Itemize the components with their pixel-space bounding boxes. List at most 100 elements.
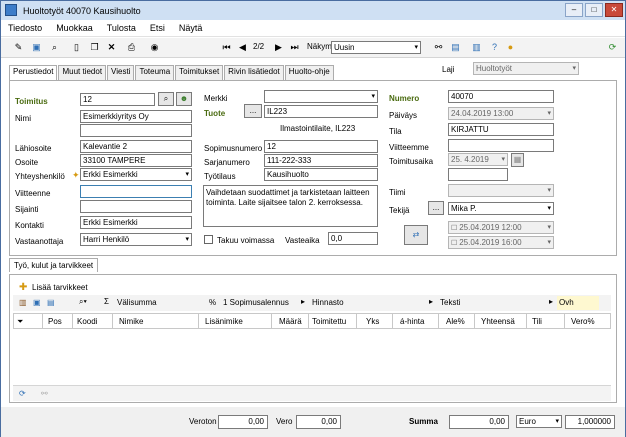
numero-field[interactable]: 40070	[448, 90, 554, 103]
edit-grid-icon[interactable]: ▣	[33, 298, 41, 307]
exchange-rate-field[interactable]: 1,000000	[565, 415, 615, 429]
tekija-lookup-button[interactable]: ...	[428, 201, 444, 215]
add-items-button[interactable]: Lisää tarvikkeet	[32, 283, 88, 292]
paivays-field[interactable]: 24.04.2019 13:00 ▾	[448, 107, 554, 120]
filter-icon[interactable]: ⏷	[17, 317, 23, 327]
contract-discount-button[interactable]: 1 Sopimusalennus	[223, 298, 289, 307]
valisumma-button[interactable]: Välisumma	[117, 298, 157, 307]
tekija-select[interactable]: Mika P. ▾	[448, 202, 554, 215]
last-record-icon[interactable]: ⏭	[289, 42, 300, 53]
menu-nayta[interactable]: Näytä	[172, 23, 210, 33]
tuote-field[interactable]: IL223	[264, 105, 378, 118]
close-button[interactable]: ✕	[605, 3, 623, 17]
tab-viesti[interactable]: Viesti	[107, 65, 135, 80]
percent-button[interactable]: %	[209, 298, 216, 307]
col-ale[interactable]: Ale%	[446, 317, 465, 326]
vastaanottaja-select[interactable]: Harri Henkilö ▾	[80, 233, 192, 246]
save-grid-icon[interactable]: ▤	[47, 298, 55, 307]
vasteaika-field[interactable]: 0,0	[328, 232, 378, 245]
link-icon[interactable]: ⚯	[433, 42, 444, 53]
currency-select[interactable]: Euro ▾	[516, 415, 562, 428]
viitteenne-field[interactable]	[80, 185, 192, 198]
col-toimitettu[interactable]: Toimitettu	[312, 317, 346, 326]
panel-icon[interactable]: ▥	[471, 42, 482, 53]
text-button[interactable]: Teksti	[440, 298, 460, 307]
maximize-button[interactable]: □	[585, 3, 603, 17]
price-list-button[interactable]: Hinnasto	[312, 298, 344, 307]
sarjanumero-field[interactable]: 111-222-333	[264, 154, 378, 167]
schedule-icon[interactable]: ⇄	[404, 225, 428, 245]
new-icon[interactable]: ▯	[71, 42, 82, 53]
tab-huolto-ohje[interactable]: Huolto-ohje	[284, 65, 334, 80]
notes-textarea[interactable]: Vaihdetaan suodattimet ja tarkistetaan l…	[203, 185, 378, 227]
end-time-field[interactable]: ☐ 25.04.2019 16:00 ▾	[448, 236, 554, 249]
sijainti-field[interactable]	[80, 200, 192, 213]
osoite-field[interactable]: 33100 TAMPERE	[80, 154, 192, 167]
col-nimike[interactable]: Nimike	[119, 317, 143, 326]
info-icon[interactable]: ●	[505, 42, 516, 53]
col-a-hinta[interactable]: á-hinta	[400, 317, 424, 326]
nimi-field[interactable]: Esimerkkiyritys Oy	[80, 110, 192, 123]
col-tili[interactable]: Tili	[532, 317, 542, 326]
help-icon[interactable]: ?	[489, 42, 500, 53]
binoculars-icon[interactable]: ◉	[149, 42, 160, 53]
viitteemme-field[interactable]	[448, 139, 554, 152]
col-yks[interactable]: Yks	[366, 317, 379, 326]
delete-icon[interactable]: ✕	[106, 42, 117, 53]
menu-etsi[interactable]: Etsi	[143, 23, 172, 33]
tab-toimitukset[interactable]: Toimitukset	[175, 65, 224, 80]
copy-icon[interactable]: ❐	[89, 42, 100, 53]
print-icon[interactable]: ⎙	[126, 42, 137, 53]
tyotilaus-field[interactable]: Kausihuolto	[264, 168, 378, 181]
calendar-icon[interactable]: ▦	[511, 153, 524, 167]
grid-link-icon[interactable]: ⚯	[41, 389, 48, 398]
yhteyshenkilo-select[interactable]: Erkki Esimerkki ▾	[80, 168, 192, 181]
kontakti-field[interactable]: Erkki Esimerkki	[80, 216, 192, 229]
col-koodi[interactable]: Koodi	[77, 317, 97, 326]
tab-muut-tiedot[interactable]: Muut tiedot	[58, 65, 107, 80]
save-icon[interactable]: ▣	[31, 42, 42, 53]
tab-tyo-kulut-tarvikkeet[interactable]: Työ, kulut ja tarvikkeet	[9, 258, 99, 272]
menu-tiedosto[interactable]: Tiedosto	[1, 23, 49, 33]
menu-tulosta[interactable]: Tulosta	[100, 23, 143, 33]
tab-toteuma[interactable]: Toteuma	[135, 65, 175, 80]
minimize-button[interactable]: –	[565, 3, 583, 17]
grid-icon[interactable]: ▥	[19, 298, 27, 307]
takuu-checkbox[interactable]	[204, 235, 213, 244]
first-record-icon[interactable]: ⏮	[221, 42, 232, 53]
toimitus-field[interactable]: 12	[80, 93, 155, 106]
laji-select[interactable]: Huoltotyöt ▾	[473, 62, 579, 75]
search-customer-button[interactable]: ⌕	[158, 92, 174, 106]
col-lisanimike[interactable]: Lisänimike	[205, 317, 243, 326]
ovh-field[interactable]: Ovh	[557, 296, 599, 310]
col-vero[interactable]: Vero%	[571, 317, 595, 326]
tab-rivin-lisatiedot[interactable]: Rivin lisätiedot	[224, 65, 284, 80]
prev-record-icon[interactable]: ◀	[237, 42, 248, 53]
lahiosoite-field[interactable]: Kalevantie 2	[80, 140, 192, 153]
sopimusnumero-field[interactable]: 12	[264, 140, 378, 153]
col-yhteensa[interactable]: Yhteensä	[481, 317, 515, 326]
menu-muokkaa[interactable]: Muokkaa	[49, 23, 100, 33]
contact-star-icon: ✦	[72, 170, 80, 180]
grid-search-icon[interactable]: ⌕▾	[79, 297, 87, 307]
calculator-icon[interactable]: ▤	[450, 42, 461, 53]
tiimi-select[interactable]: ▾	[448, 184, 554, 197]
view-select[interactable]: Uusin ▾	[331, 41, 421, 54]
refresh-icon[interactable]: ⟳	[607, 42, 618, 53]
tuote-lookup-button[interactable]: ...	[244, 104, 262, 118]
toimitusaika-time-field[interactable]	[448, 168, 508, 181]
person-icon[interactable]: ☻	[176, 92, 192, 106]
merkki-select[interactable]: ▾	[264, 90, 378, 103]
edit-icon[interactable]: ✎	[13, 42, 24, 53]
nimi-2-field[interactable]	[80, 124, 192, 137]
start-time-field[interactable]: ☐ 25.04.2019 12:00 ▾	[448, 221, 554, 234]
search-icon[interactable]: ⌕	[49, 42, 60, 53]
tab-perustiedot[interactable]: Perustiedot	[9, 65, 58, 81]
sum-icon[interactable]: Σ	[104, 297, 109, 306]
col-pos[interactable]: Pos	[48, 317, 62, 326]
next-record-icon[interactable]: ▶	[273, 42, 284, 53]
toimitusaika-field[interactable]: 25. 4.2019 ▾	[448, 153, 508, 166]
col-maara[interactable]: Määrä	[279, 317, 302, 326]
tila-field[interactable]: KIRJATTU	[448, 123, 554, 136]
grid-refresh-icon[interactable]: ⟳	[19, 389, 26, 398]
